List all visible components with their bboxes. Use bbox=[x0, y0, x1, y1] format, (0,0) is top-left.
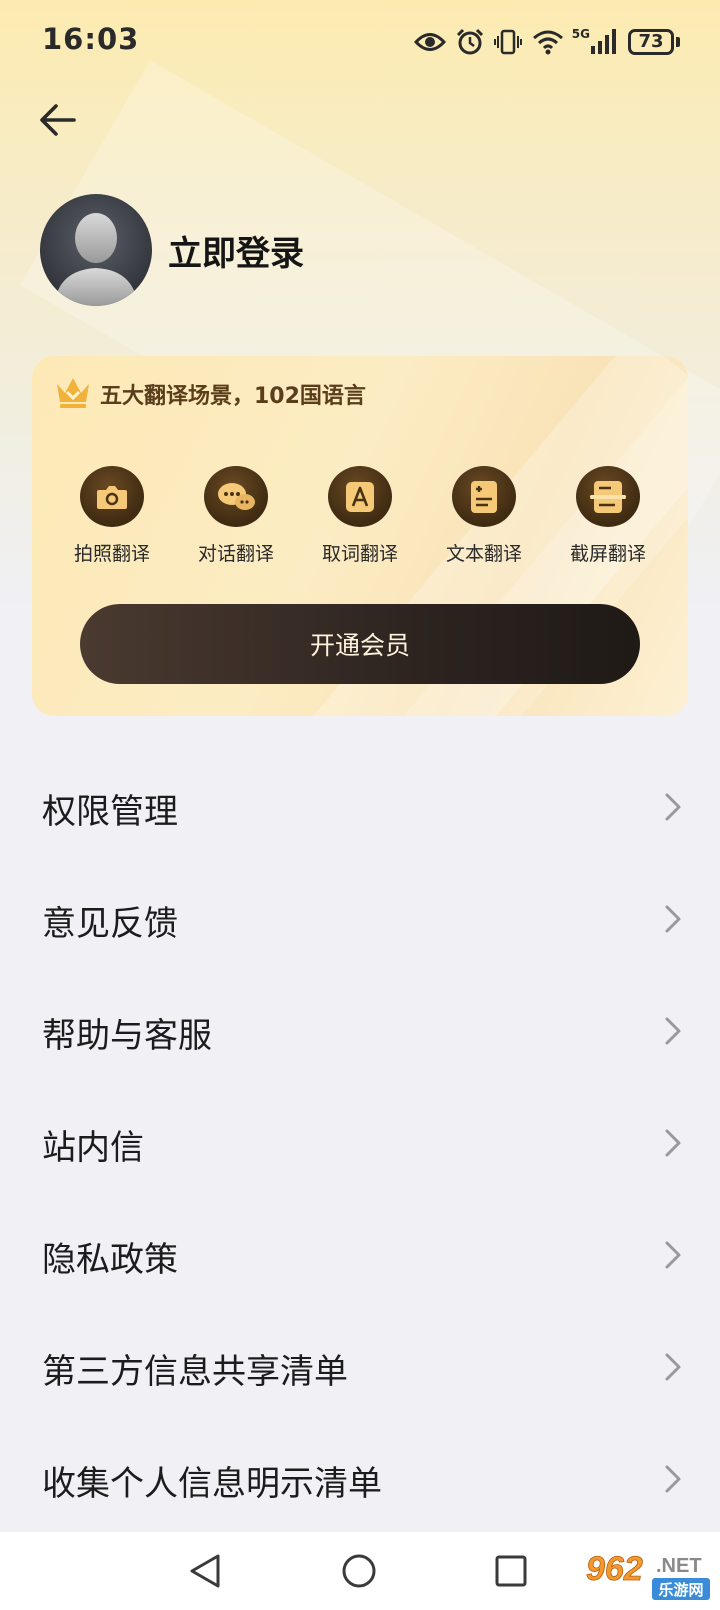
feature-icon-circle bbox=[452, 466, 516, 527]
arrow-left-icon bbox=[40, 104, 76, 136]
nav-recents-icon bbox=[495, 1555, 527, 1587]
alarm-icon bbox=[456, 28, 483, 55]
feature-photo-translate[interactable]: 拍照翻译 bbox=[50, 466, 174, 566]
chevron-right-icon bbox=[665, 1017, 681, 1045]
default-avatar-icon bbox=[54, 213, 138, 306]
vip-card: 五大翻译场景，102国语言 拍照翻译 对话翻译 取词翻译 文本翻译 截屏翻译 开… bbox=[32, 356, 688, 716]
login-link[interactable]: 立即登录 bbox=[168, 226, 304, 275]
avatar[interactable] bbox=[40, 194, 152, 306]
watermark-logo-icon: 962 .NET 乐游网 bbox=[580, 1542, 712, 1604]
nav-home-icon bbox=[342, 1554, 376, 1588]
menu-item-personal-info-list[interactable]: 收集个人信息明示清单 bbox=[0, 1424, 720, 1536]
network-type: 5G bbox=[571, 27, 590, 41]
feature-text-translate[interactable]: 文本翻译 bbox=[422, 466, 546, 566]
vip-slogan: 五大翻译场景，102国语言 bbox=[100, 384, 366, 409]
wifi-icon bbox=[532, 30, 563, 55]
menu-item-inbox[interactable]: 站内信 bbox=[0, 1088, 720, 1200]
screenshot-icon bbox=[590, 480, 626, 513]
feature-icon-circle bbox=[80, 466, 144, 527]
menu-item-label: 帮助与客服 bbox=[42, 1015, 212, 1056]
menu-item-label: 意见反馈 bbox=[42, 903, 178, 944]
crown-icon bbox=[57, 378, 89, 408]
feature-word-translate[interactable]: 取词翻译 bbox=[298, 466, 422, 566]
menu-item-help[interactable]: 帮助与客服 bbox=[0, 976, 720, 1088]
chevron-right-icon bbox=[665, 1129, 681, 1157]
status-time: 16:03 bbox=[42, 22, 140, 56]
site-watermark: 962 .NET 乐游网 bbox=[580, 1542, 712, 1604]
menu-item-label: 第三方信息共享清单 bbox=[42, 1351, 348, 1392]
camera-icon bbox=[97, 485, 127, 509]
feature-icon-circle bbox=[204, 466, 268, 527]
feature-icon-circle bbox=[576, 466, 640, 527]
chat-bubbles-icon bbox=[218, 482, 255, 510]
feature-label: 文本翻译 bbox=[445, 543, 522, 565]
chevron-right-icon bbox=[665, 1353, 681, 1381]
menu-item-permissions[interactable]: 权限管理 bbox=[0, 752, 720, 864]
watermark-caption: 乐游网 bbox=[658, 1581, 703, 1599]
vibrate-icon bbox=[493, 29, 522, 55]
settings-menu: 权限管理 意见反馈 帮助与客服 站内信 隐私政策 第三方信息共享清单 收集个人信… bbox=[0, 752, 720, 1536]
menu-item-feedback[interactable]: 意见反馈 bbox=[0, 864, 720, 976]
nav-home-button[interactable] bbox=[334, 1546, 384, 1596]
menu-item-label: 隐私政策 bbox=[42, 1239, 178, 1280]
back-button[interactable] bbox=[32, 94, 84, 146]
status-bar: 16:03 5G 73 bbox=[0, 0, 720, 82]
feature-icon-circle bbox=[328, 466, 392, 527]
page: 16:03 5G 73 立即登录 五大翻译场景，102国语言 拍照翻译 对话翻译… bbox=[0, 0, 720, 1610]
feature-conversation-translate[interactable]: 对话翻译 bbox=[174, 466, 298, 566]
battery-tip bbox=[676, 37, 680, 47]
open-vip-button[interactable]: 开通会员 bbox=[80, 604, 640, 684]
menu-item-third-party-sharing[interactable]: 第三方信息共享清单 bbox=[0, 1312, 720, 1424]
chevron-right-icon bbox=[665, 905, 681, 933]
battery-level: 73 bbox=[628, 29, 674, 55]
signal-group: 5G bbox=[572, 28, 616, 56]
menu-item-label: 权限管理 bbox=[42, 791, 178, 832]
menu-item-label: 收集个人信息明示清单 bbox=[42, 1463, 382, 1504]
menu-item-privacy-policy[interactable]: 隐私政策 bbox=[0, 1200, 720, 1312]
battery-icon: 73 bbox=[628, 29, 680, 55]
chevron-right-icon bbox=[665, 793, 681, 821]
watermark-suffix: .NET bbox=[656, 1555, 702, 1577]
nav-back-icon bbox=[190, 1554, 220, 1588]
menu-item-label: 站内信 bbox=[42, 1127, 144, 1168]
feature-row: 拍照翻译 对话翻译 取词翻译 文本翻译 截屏翻译 bbox=[50, 466, 670, 566]
system-nav-bar: 962 .NET 乐游网 bbox=[0, 1532, 720, 1610]
feature-label: 截屏翻译 bbox=[569, 543, 646, 565]
watermark-brand: 962 bbox=[586, 1550, 643, 1588]
letter-a-icon bbox=[346, 481, 374, 512]
chevron-right-icon bbox=[665, 1241, 681, 1269]
nav-back-button[interactable] bbox=[180, 1546, 230, 1596]
status-icons: 5G 73 bbox=[404, 24, 680, 60]
nav-recents-button[interactable] bbox=[486, 1546, 536, 1596]
chevron-right-icon bbox=[665, 1465, 681, 1493]
document-text-icon bbox=[471, 480, 497, 513]
feature-label: 拍照翻译 bbox=[73, 543, 150, 565]
feature-screenshot-translate[interactable]: 截屏翻译 bbox=[546, 466, 670, 566]
feature-label: 取词翻译 bbox=[321, 543, 398, 565]
eye-icon bbox=[413, 33, 446, 51]
signal-icon bbox=[591, 29, 616, 54]
feature-label: 对话翻译 bbox=[197, 543, 274, 565]
